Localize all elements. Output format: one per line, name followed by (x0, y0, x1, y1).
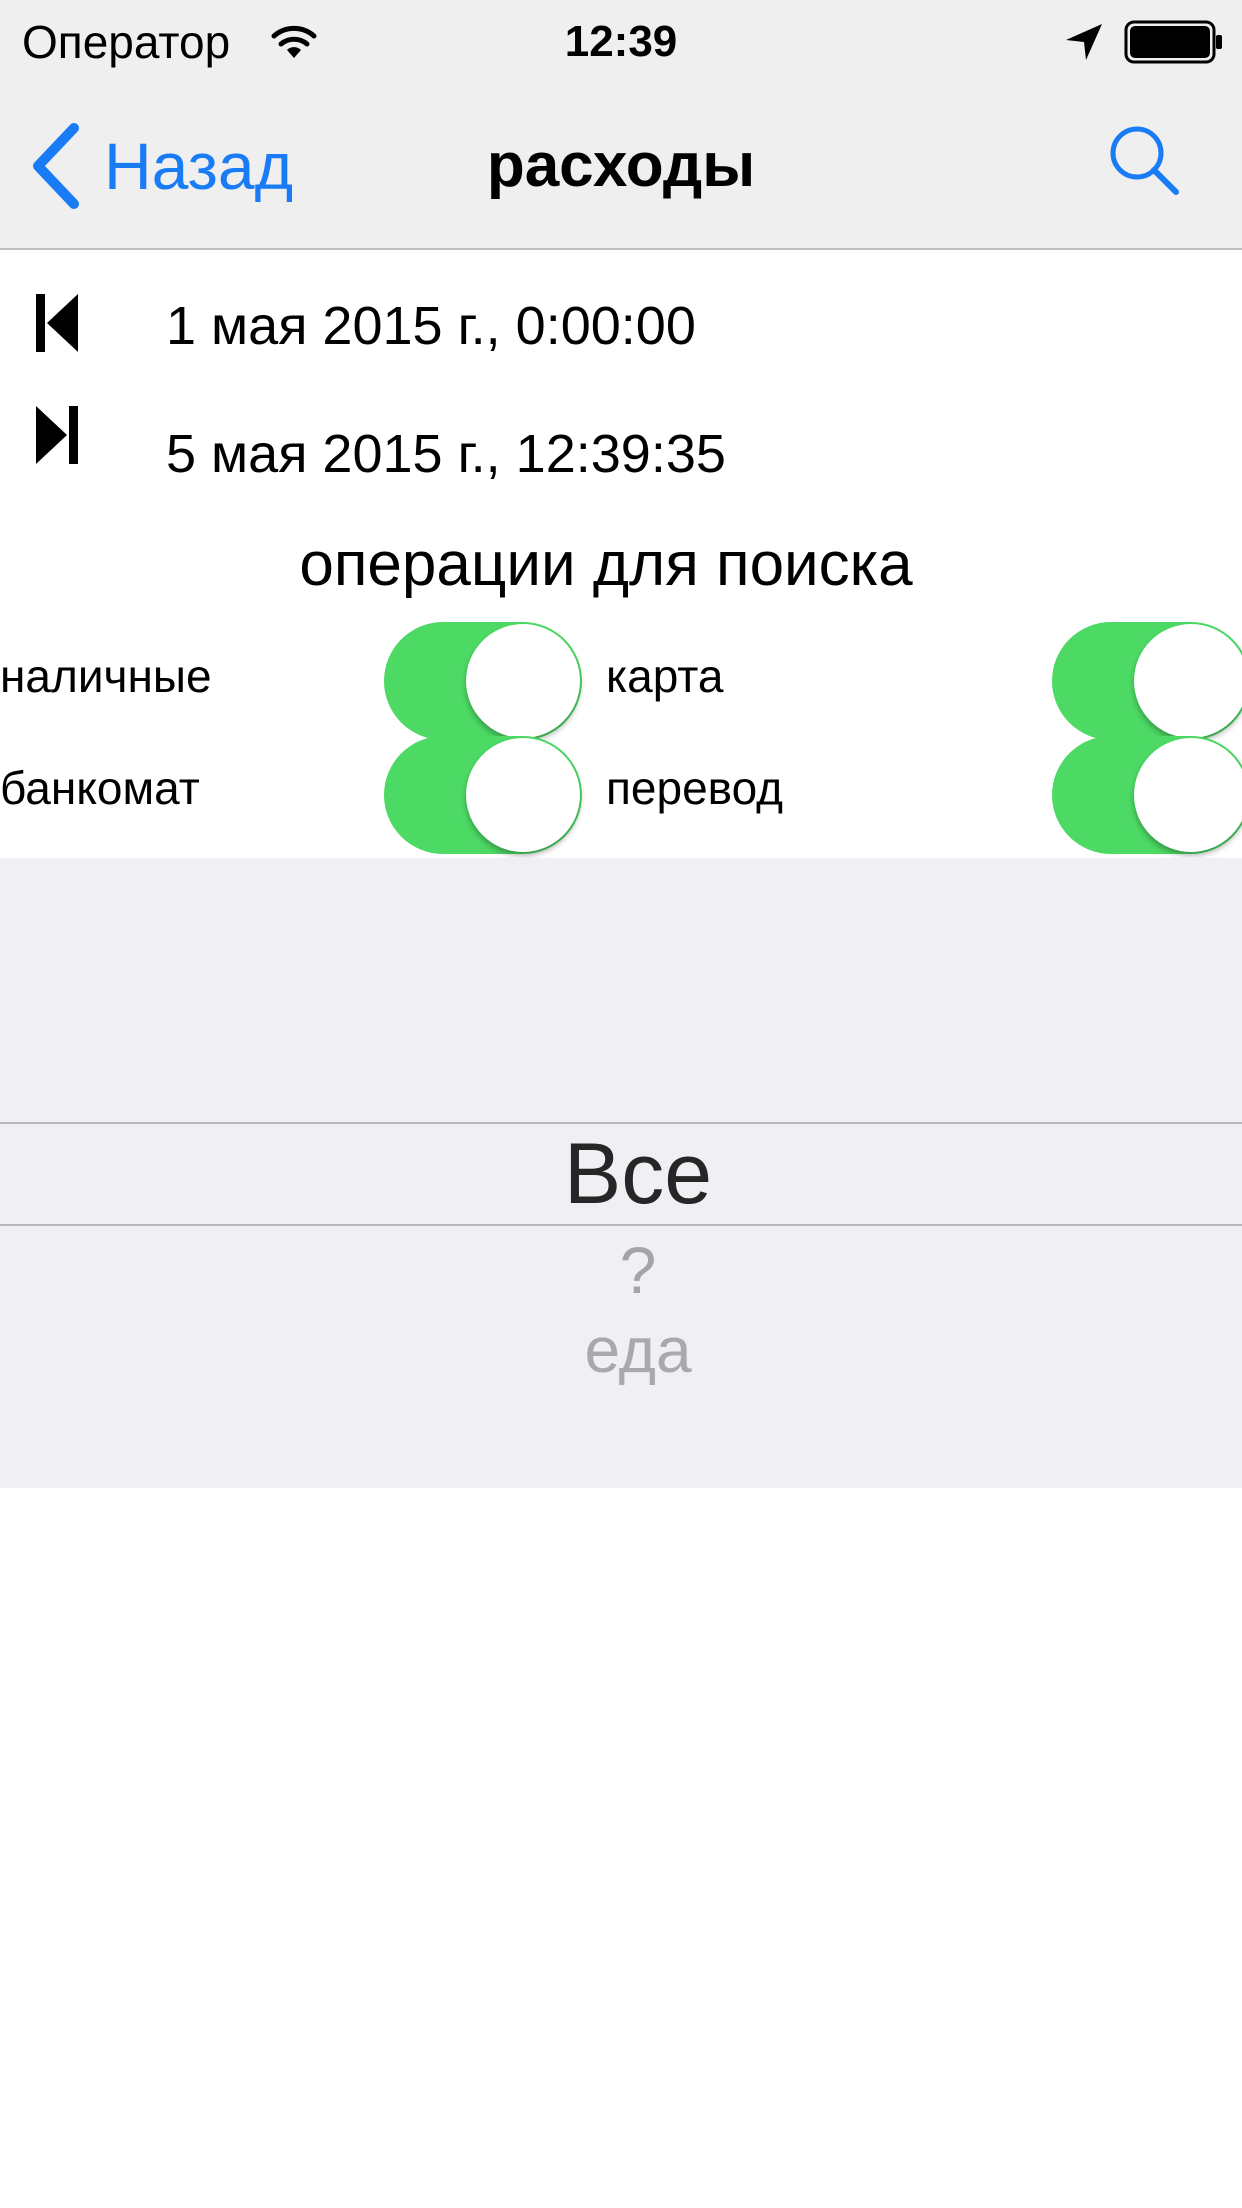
picker-option[interactable]: ? (0, 1230, 1242, 1310)
toggle-cash[interactable] (384, 622, 582, 740)
switch-label-card: карта (606, 650, 724, 702)
navigation-bar: Оператор 12:39 Назад расходы (0, 0, 1242, 250)
toggle-knob (1134, 738, 1242, 852)
toggle-knob (466, 624, 580, 738)
switch-label-cash: наличные (0, 650, 212, 702)
location-arrow-icon (1066, 24, 1102, 60)
skip-to-start-icon[interactable] (34, 292, 80, 354)
page-title: расходы (486, 131, 756, 200)
toggle-atm[interactable] (384, 736, 582, 854)
picker-option-selected[interactable]: Все (0, 1124, 1242, 1224)
toggle-transfer[interactable] (1052, 736, 1242, 854)
toggle-knob (466, 738, 580, 852)
toggle-knob (1134, 624, 1242, 738)
date-end-row: 5 мая 2015 г., 12:39:35 (0, 398, 1242, 508)
screen: Оператор 12:39 Назад расходы 1 мая 2015 … (0, 0, 1242, 2208)
status-time: 12:39 (564, 17, 678, 66)
switch-label-atm: банкомат (0, 762, 200, 814)
date-start-row: 1 мая 2015 г., 0:00:00 (0, 270, 1242, 380)
picker-option[interactable]: еда (0, 1310, 1242, 1390)
battery-icon (1124, 20, 1222, 64)
date-end-value[interactable]: 5 мая 2015 г., 12:39:35 (166, 420, 726, 488)
skip-to-end-icon[interactable] (34, 404, 80, 466)
search-icon[interactable] (1106, 122, 1182, 198)
switch-label-transfer: перевод (606, 762, 783, 814)
toggle-card[interactable] (1052, 622, 1242, 740)
date-start-value[interactable]: 1 мая 2015 г., 0:00:00 (166, 292, 696, 360)
operations-title: операции для поиска (299, 530, 913, 599)
category-picker[interactable]: Все ? еда (0, 858, 1242, 1488)
